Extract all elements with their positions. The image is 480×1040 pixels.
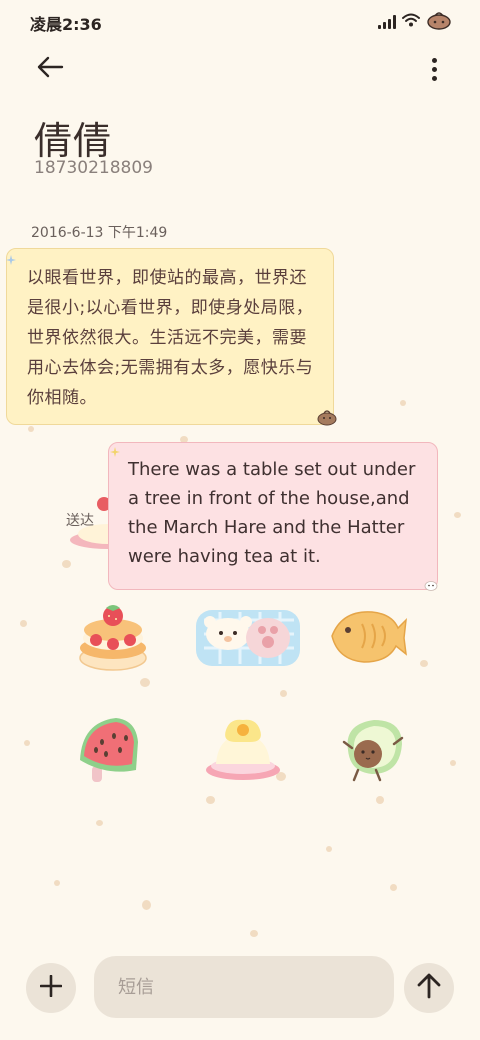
theme-bag-icon (426, 10, 452, 34)
signal-icon (378, 15, 396, 29)
sms-input[interactable] (94, 956, 394, 1018)
status-time: 凌晨2:36 (30, 15, 102, 34)
pudding-icon (204, 716, 282, 786)
message-timestamp: 2016-6-13 下午1:49 (31, 225, 168, 241)
contact-name: 倩倩 (34, 119, 113, 163)
more-options-button[interactable] (422, 52, 446, 86)
delivery-status: 送达 (66, 513, 94, 529)
bubble-corner-deco-icon (316, 408, 338, 430)
status-icons (378, 10, 452, 34)
sparkle-icon (6, 250, 16, 269)
wifi-icon (402, 12, 420, 32)
send-arrow-icon (417, 973, 441, 1003)
status-bar: 凌晨2:36 (0, 0, 480, 44)
bubble-corner-deco-icon (424, 576, 438, 595)
incoming-message-text: 以眼看世界，即使站的最高，世界还是很小;以心看世界，即使身处局限，世界依然很大。… (27, 268, 314, 408)
send-button[interactable] (404, 963, 454, 1013)
bear-blanket-icon (194, 606, 304, 672)
add-attachment-button[interactable] (26, 963, 76, 1013)
plus-icon (39, 974, 63, 1001)
strawberry-cake-icon (76, 602, 150, 678)
avocado-icon (338, 716, 408, 790)
outgoing-message-bubble[interactable]: There was a table set out under a tree i… (108, 442, 438, 590)
contact-number: 18730218809 (34, 158, 153, 178)
watermelon-popsicle-icon (76, 716, 140, 788)
outgoing-message-text: There was a table set out under a tree i… (128, 459, 416, 567)
back-arrow-icon (36, 56, 64, 82)
back-button[interactable] (30, 52, 70, 86)
taiyaki-fish-icon (328, 606, 408, 670)
sparkle-icon (110, 442, 120, 461)
compose-bar (0, 950, 480, 1030)
more-vertical-icon (431, 57, 437, 63)
incoming-message-bubble[interactable]: 以眼看世界，即使站的最高，世界还是很小;以心看世界，即使身处局限，世界依然很大。… (6, 248, 334, 425)
